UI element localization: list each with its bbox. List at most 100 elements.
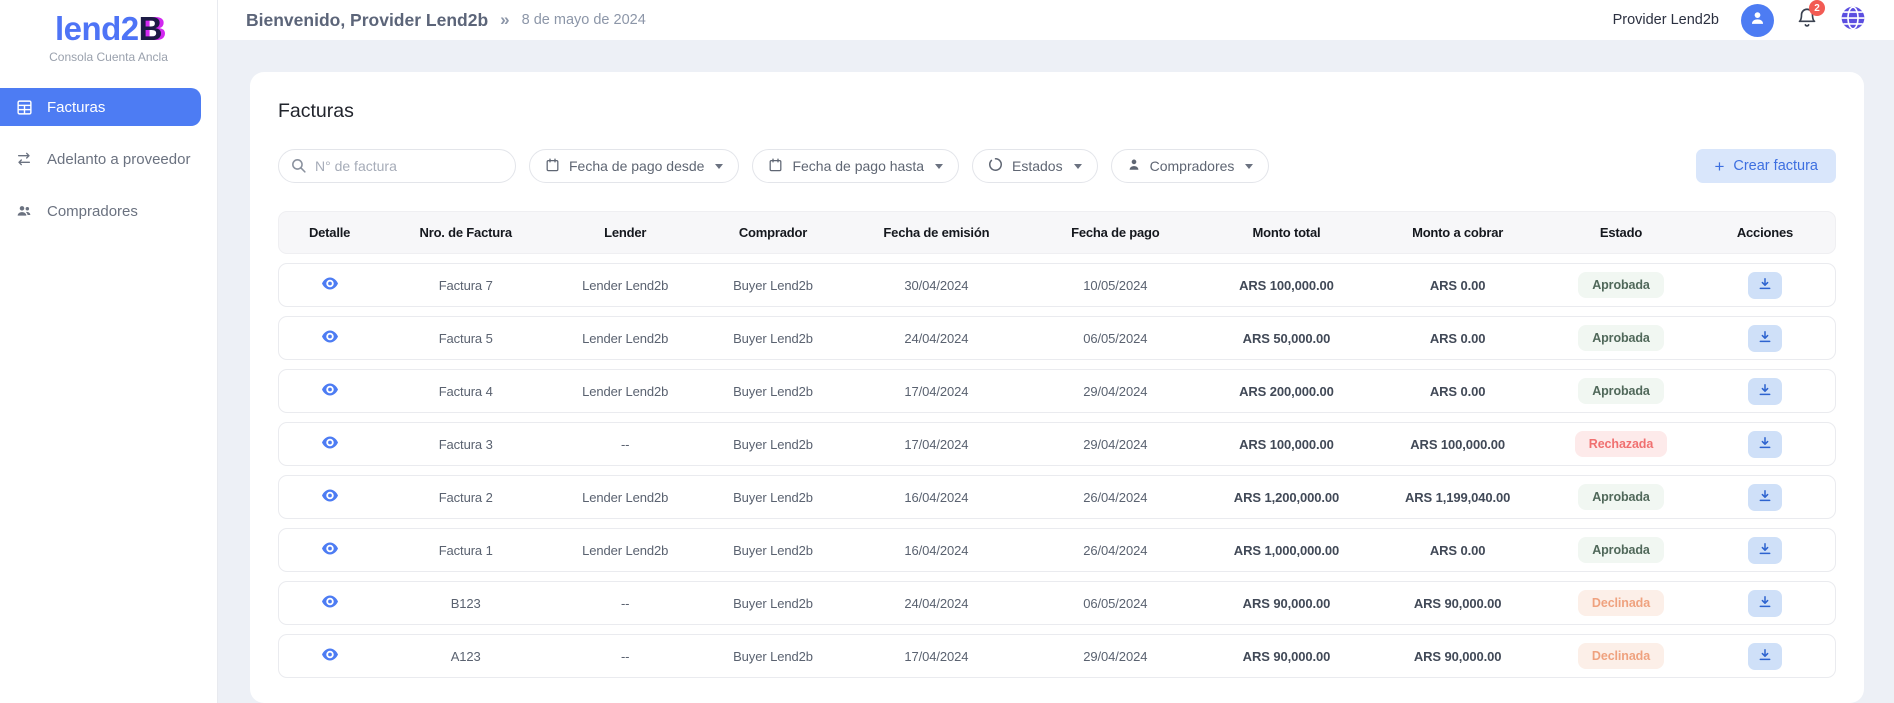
status-badge: Aprobada xyxy=(1578,537,1664,563)
person-icon xyxy=(1127,157,1141,175)
sidebar-item-label: Adelanto a proveedor xyxy=(47,150,191,168)
cell-total-amount: ARS 50,000.00 xyxy=(1242,330,1331,346)
notification-count-badge: 2 xyxy=(1809,0,1825,16)
filter-fecha-hasta[interactable]: Fecha de pago hasta xyxy=(752,149,959,183)
user-avatar[interactable] xyxy=(1741,3,1774,37)
table-row: Factura 1 Lender Lend2b Buyer Lend2b 16/… xyxy=(278,528,1836,572)
sidebar-item-label: Compradores xyxy=(47,202,138,220)
cell-issue-date: 16/04/2024 xyxy=(904,542,969,558)
cell-lender: -- xyxy=(620,436,630,452)
cell-issue-date: 16/04/2024 xyxy=(904,489,969,505)
brand-logo-accent: B xyxy=(138,10,163,47)
person-icon xyxy=(1748,8,1767,32)
column-header-lender: Lender xyxy=(604,225,647,240)
download-button[interactable] xyxy=(1747,271,1782,299)
status-badge: Aprobada xyxy=(1578,378,1664,404)
search-icon xyxy=(290,157,307,179)
app-root: lend2B Consola Cuenta Ancla Facturas Ade… xyxy=(0,0,1894,703)
download-button[interactable] xyxy=(1747,483,1782,511)
sidebar-item-adelanto[interactable]: Adelanto a proveedor xyxy=(0,140,201,178)
view-detail-button[interactable] xyxy=(321,489,338,505)
topbar-breadcrumb: Bienvenido, Provider Lend2b » 8 de mayo … xyxy=(246,10,646,31)
column-header-detalle: Detalle xyxy=(308,225,351,240)
cell-invoice-number: Factura 4 xyxy=(438,383,493,399)
cell-total-amount: ARS 90,000.00 xyxy=(1242,648,1331,664)
view-detail-button[interactable] xyxy=(321,595,338,611)
status-badge: Declinada xyxy=(1577,643,1665,669)
status-badge: Aprobada xyxy=(1578,272,1664,298)
cell-buyer: Buyer Lend2b xyxy=(733,277,813,293)
download-button[interactable] xyxy=(1747,536,1782,564)
search-input[interactable] xyxy=(278,149,516,183)
filter-compradores[interactable]: Compradores xyxy=(1110,149,1270,183)
column-header-monto-cobrar: Monto a cobrar xyxy=(1412,225,1504,240)
chevron-down-icon xyxy=(1073,163,1082,169)
table-row: Factura 3 -- Buyer Lend2b 17/04/2024 29/… xyxy=(278,422,1836,466)
cell-lender: Lender Lend2b xyxy=(582,542,669,558)
cell-lender: -- xyxy=(620,595,630,611)
brand-tagline: Consola Cuenta Ancla xyxy=(49,50,168,64)
column-header-fecha-emision: Fecha de emisión xyxy=(883,225,990,240)
cell-issue-date: 17/04/2024 xyxy=(904,383,969,399)
sidebar: lend2B Consola Cuenta Ancla Facturas Ade… xyxy=(0,0,218,703)
notifications-button[interactable]: 2 xyxy=(1796,0,1825,34)
download-icon xyxy=(1758,277,1772,294)
sidebar-nav: Facturas Adelanto a proveedor Compradore… xyxy=(0,88,217,230)
sidebar-item-label: Facturas xyxy=(47,98,106,116)
cell-invoice-number: A123 xyxy=(450,648,481,664)
download-icon xyxy=(1758,595,1772,612)
table-row: Factura 4 Lender Lend2b Buyer Lend2b 17/… xyxy=(278,369,1836,413)
sidebar-item-facturas[interactable]: Facturas xyxy=(0,88,201,126)
filter-bar: Fecha de pago desde Fecha de pago hasta xyxy=(278,149,1836,183)
cell-pay-date: 06/05/2024 xyxy=(1083,595,1148,611)
cell-lender: Lender Lend2b xyxy=(582,277,669,293)
download-button[interactable] xyxy=(1747,377,1782,405)
download-button[interactable] xyxy=(1747,589,1782,617)
table-row: Factura 7 Lender Lend2b Buyer Lend2b 30/… xyxy=(278,263,1836,307)
view-detail-button[interactable] xyxy=(321,330,338,346)
filter-estados[interactable]: Estados xyxy=(972,149,1098,183)
create-invoice-label: Crear factura xyxy=(1733,158,1818,174)
plus-icon: + xyxy=(1714,156,1725,176)
invoices-card: Facturas Fecha de pago desde xyxy=(250,72,1864,703)
chevron-down-icon xyxy=(715,163,724,169)
cell-pay-date: 29/04/2024 xyxy=(1083,648,1148,664)
filter-label: Fecha de pago desde xyxy=(569,158,705,174)
status-badge: Rechazada xyxy=(1574,431,1668,457)
eye-icon xyxy=(321,648,338,664)
cell-receivable-amount: ARS 1,199,040.00 xyxy=(1404,489,1511,505)
column-header-monto-total: Monto total xyxy=(1252,225,1321,240)
view-detail-button[interactable] xyxy=(321,436,338,452)
sidebar-item-compradores[interactable]: Compradores xyxy=(0,192,201,230)
status-circle-icon xyxy=(988,157,1003,175)
table-row: Factura 5 Lender Lend2b Buyer Lend2b 24/… xyxy=(278,316,1836,360)
page-title: Facturas xyxy=(278,100,354,122)
create-invoice-button[interactable]: + Crear factura xyxy=(1696,149,1836,183)
eye-icon xyxy=(321,383,338,399)
eye-icon xyxy=(321,595,338,611)
view-detail-button[interactable] xyxy=(321,277,338,293)
download-button[interactable] xyxy=(1747,642,1782,670)
globe-icon xyxy=(1840,5,1866,36)
download-icon xyxy=(1758,436,1772,453)
chevron-down-icon xyxy=(935,163,943,169)
filter-fecha-desde[interactable]: Fecha de pago desde xyxy=(529,149,740,183)
view-detail-button[interactable] xyxy=(321,383,338,399)
cell-buyer: Buyer Lend2b xyxy=(733,595,813,611)
download-icon xyxy=(1758,489,1772,506)
cell-issue-date: 30/04/2024 xyxy=(904,277,969,293)
cell-total-amount: ARS 1,000,000.00 xyxy=(1233,542,1340,558)
language-button[interactable] xyxy=(1840,5,1866,36)
brand-logo: lend2B xyxy=(0,10,217,48)
view-detail-button[interactable] xyxy=(321,542,338,558)
table-row: Factura 2 Lender Lend2b Buyer Lend2b 16/… xyxy=(278,475,1836,519)
cell-pay-date: 29/04/2024 xyxy=(1083,383,1148,399)
download-button[interactable] xyxy=(1747,324,1782,352)
column-header-comprador: Comprador xyxy=(738,225,808,240)
cell-receivable-amount: ARS 0.00 xyxy=(1429,330,1486,346)
cell-invoice-number: Factura 1 xyxy=(438,542,493,558)
cell-receivable-amount: ARS 90,000.00 xyxy=(1413,648,1502,664)
view-detail-button[interactable] xyxy=(321,648,338,664)
cell-pay-date: 10/05/2024 xyxy=(1083,277,1148,293)
download-button[interactable] xyxy=(1747,430,1782,458)
